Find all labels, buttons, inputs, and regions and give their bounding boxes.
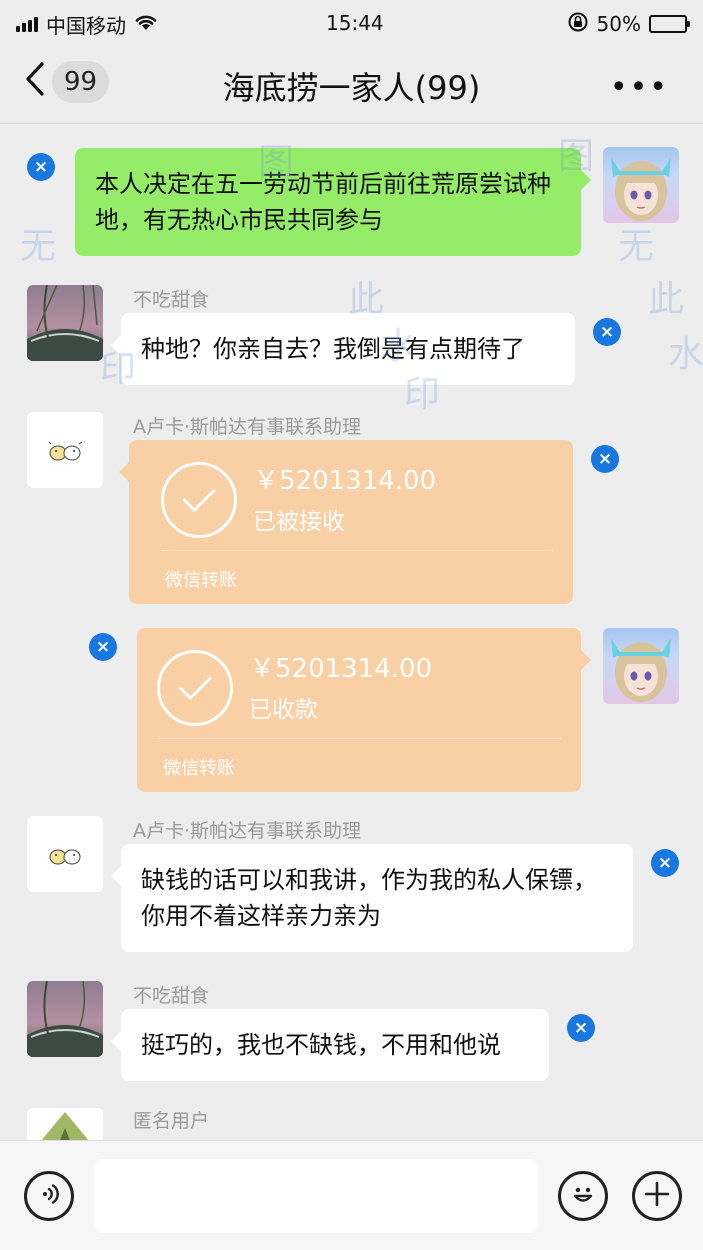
transfer-status: 已收款 — [249, 697, 318, 723]
remove-message-icon[interactable]: × — [591, 445, 619, 473]
input-bar — [0, 1140, 703, 1250]
voice-button[interactable] — [24, 1171, 74, 1221]
message-input[interactable] — [94, 1159, 538, 1233]
transfer-amount: ￥5201314.00 — [253, 466, 437, 496]
remove-message-icon[interactable]: × — [567, 1014, 595, 1042]
avatar[interactable] — [27, 1108, 103, 1140]
transfer-status: 已被接收 — [253, 509, 345, 535]
transfer-footer: 微信转账 — [163, 758, 235, 779]
battery-icon — [649, 15, 690, 33]
emoji-icon — [567, 1178, 599, 1214]
plus-icon — [643, 1180, 671, 1212]
avatar[interactable] — [27, 981, 103, 1057]
transfer-footer: 微信转账 — [165, 570, 237, 591]
carrier-label: 中国移动 — [46, 13, 126, 38]
chevron-left-icon — [24, 60, 46, 104]
transfer-card-self[interactable]: ￥5201314.00 已收款 微信转账 — [137, 628, 591, 792]
watermark-char: 无 — [20, 226, 57, 267]
watermark-char: 此 — [648, 279, 685, 320]
avatar[interactable] — [603, 147, 679, 223]
check-circle-icon — [157, 650, 233, 726]
remove-message-icon[interactable]: × — [651, 849, 679, 877]
avatar[interactable] — [603, 628, 679, 704]
watermark-char: 无 — [618, 226, 655, 267]
divider — [161, 550, 553, 551]
chat-message-list[interactable]: × 本人决定在五一劳动节前后前往荒原尝试种地，有无热心市民共同参与 不吃甜食 种 — [0, 125, 703, 1140]
chat-header: 99 海底捞一家人(99) ••• — [0, 48, 703, 124]
divider — [157, 738, 561, 739]
emoji-button[interactable] — [558, 1171, 608, 1221]
message-text: 挺巧的，我也不缺钱，不用和他说 — [141, 1031, 501, 1059]
message-text: 种地？你亲自去？我倒是有点期待了 — [141, 335, 525, 363]
transfer-card[interactable]: ￥5201314.00 已被接收 微信转账 — [119, 440, 573, 604]
remove-message-icon[interactable]: × — [593, 318, 621, 346]
battery-percent: 50% — [596, 12, 641, 36]
sender-name: 不吃甜食 — [133, 985, 210, 1007]
remove-message-icon[interactable]: × — [27, 153, 55, 181]
unread-count-badge: 99 — [52, 61, 110, 103]
message-bubble-self[interactable]: 本人决定在五一劳动节前后前往荒原尝试种地，有无热心市民共同参与 — [75, 148, 591, 256]
avatar[interactable] — [27, 816, 103, 892]
avatar[interactable] — [27, 285, 103, 361]
sender-name: A卢卡·斯帕达有事联系助理 — [133, 416, 362, 438]
more-options-button[interactable]: ••• — [610, 70, 669, 105]
rotation-lock-icon — [567, 11, 589, 38]
signal-icon — [16, 16, 38, 32]
avatar[interactable] — [27, 412, 103, 488]
page-title: 海底捞一家人(99) — [222, 68, 481, 107]
check-circle-icon — [161, 462, 237, 538]
add-button[interactable] — [632, 1171, 682, 1221]
sender-name: 匿名用户 — [133, 1110, 210, 1132]
message-bubble[interactable]: 挺巧的，我也不缺钱，不用和他说 — [111, 1009, 549, 1081]
watermark-char: 水 — [668, 334, 703, 375]
message-text: 本人决定在五一劳动节前后前往荒原尝试种地，有无热心市民共同参与 — [95, 170, 551, 234]
status-time: 15:44 — [326, 11, 384, 35]
remove-message-icon[interactable]: × — [89, 633, 117, 661]
message-text: 缺钱的话可以和我讲，作为我的私人保镖，你用不着这样亲力亲为 — [141, 866, 597, 930]
wifi-icon — [134, 12, 158, 37]
message-bubble[interactable]: 种地？你亲自去？我倒是有点期待了 — [111, 313, 575, 385]
sender-name: 不吃甜食 — [133, 289, 210, 311]
back-button[interactable]: 99 — [24, 60, 110, 104]
message-bubble[interactable]: 缺钱的话可以和我讲，作为我的私人保镖，你用不着这样亲力亲为 — [111, 844, 633, 952]
sender-name: A卢卡·斯帕达有事联系助理 — [133, 820, 362, 842]
status-bar: 中国移动 15:44 50% — [0, 0, 703, 48]
transfer-amount: ￥5201314.00 — [249, 654, 433, 684]
voice-icon — [36, 1181, 62, 1211]
